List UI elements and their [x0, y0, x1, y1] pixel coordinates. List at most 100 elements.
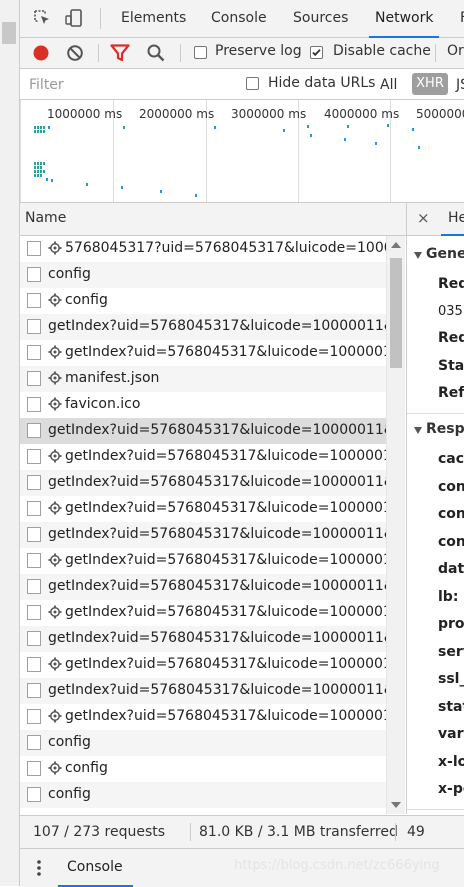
name-column-label: Name	[25, 210, 67, 226]
tab-headers[interactable]: He	[448, 210, 464, 226]
request-row[interactable]: getIndex?uid=5768045317&luicode=10000011…	[20, 470, 386, 496]
timeline-request-mark	[160, 190, 162, 193]
request-row[interactable]: manifest.json	[20, 366, 386, 392]
request-name: getIndex?uid=5768045317&luicode=10000011…	[65, 448, 386, 464]
disable-cache-checkbox[interactable]	[310, 46, 323, 59]
header-key: Refe	[438, 385, 464, 401]
request-row[interactable]: config	[20, 730, 386, 756]
name-column-header[interactable]: Name	[20, 203, 406, 236]
filter-input[interactable]: Filter	[24, 72, 230, 96]
tab-sources[interactable]: Sources	[293, 0, 348, 37]
gear-icon	[48, 397, 62, 411]
timeline-request-mark	[347, 125, 349, 128]
request-list-scrollbar[interactable]	[386, 236, 405, 814]
request-name: getIndex?uid=5768045317&luicode=10000011…	[48, 526, 386, 542]
timeline-tick-line	[20, 100, 21, 202]
drawer-tab-console[interactable]: Console	[67, 859, 123, 875]
tab-separator	[100, 8, 101, 29]
request-row[interactable]: getIndex?uid=5768045317&luicode=10000011…	[20, 704, 386, 730]
scroll-up-arrow-icon[interactable]	[391, 242, 401, 248]
record-icon[interactable]	[32, 44, 50, 62]
close-icon[interactable]: ×	[417, 209, 430, 227]
timeline-request-mark	[43, 162, 45, 165]
request-row[interactable]: config	[20, 782, 386, 808]
timeline-request-mark	[34, 170, 36, 173]
scroll-down-arrow-icon[interactable]	[391, 802, 401, 808]
left-scroll-strip[interactable]	[0, 0, 20, 886]
tab-console[interactable]: Console	[211, 0, 267, 37]
timeline-request-mark	[86, 183, 88, 186]
request-row[interactable]: getIndex?uid=5768045317&luicode=10000011…	[20, 652, 386, 678]
request-row[interactable]: getIndex?uid=5768045317&luicode=10000011…	[20, 314, 386, 340]
request-row[interactable]: config	[20, 756, 386, 782]
document-icon	[27, 553, 41, 568]
active-tab-indicator	[441, 234, 464, 236]
header-key: proc	[438, 616, 464, 632]
preserve-log-label: Preserve log	[215, 43, 302, 59]
request-count: 107 / 273 requests	[33, 824, 166, 840]
more-vert-icon[interactable]	[36, 859, 42, 877]
request-name: getIndex?uid=5768045317&luicode=10000011…	[65, 552, 386, 568]
request-row[interactable]: getIndex?uid=5768045317&luicode=10000011…	[20, 340, 386, 366]
overview-timeline[interactable]: 1000000 ms 2000000 ms 3000000 ms 4000000…	[20, 100, 464, 203]
request-name: getIndex?uid=5768045317&luicode=10000011…	[48, 578, 386, 594]
toolbar-separator	[435, 44, 436, 62]
request-row[interactable]: getIndex?uid=5768045317&luicode=10000011…	[20, 548, 386, 574]
section-divider	[407, 413, 464, 414]
general-section-header[interactable]: Gene	[407, 243, 464, 269]
request-row[interactable]: getIndex?uid=5768045317&luicode=10000011…	[20, 678, 386, 704]
filter-all-button[interactable]: All	[380, 77, 397, 93]
gear-icon	[48, 449, 62, 463]
timeline-request-mark	[40, 126, 42, 129]
preserve-log-checkbox[interactable]	[194, 46, 207, 59]
resources-size: 49	[407, 824, 425, 840]
gear-icon	[48, 371, 62, 385]
request-name: getIndex?uid=5768045317&luicode=10000011…	[48, 630, 386, 646]
toolbar-separator	[98, 44, 99, 62]
devtools-tab-bar: Elements Console Sources Network F	[20, 0, 464, 38]
timeline-request-mark	[307, 125, 309, 128]
scroll-thumb[interactable]	[390, 258, 402, 368]
request-name: getIndex?uid=5768045317&luicode=10000011…	[65, 500, 386, 516]
request-row[interactable]: config	[20, 288, 386, 314]
timeline-request-mark	[214, 126, 216, 129]
clear-icon[interactable]	[66, 44, 84, 62]
timeline-request-mark	[412, 128, 414, 131]
timeline-request-mark	[43, 126, 45, 129]
request-row[interactable]: favicon.ico	[20, 392, 386, 418]
hide-data-urls-label: Hide data URLs	[268, 75, 376, 91]
filter-js-button[interactable]: JS	[456, 77, 464, 93]
inspect-element-icon[interactable]	[32, 8, 52, 28]
request-row[interactable]: getIndex?uid=5768045317&luicode=10000011…	[20, 444, 386, 470]
tab-elements[interactable]: Elements	[121, 0, 186, 37]
filter-icon[interactable]	[110, 44, 130, 62]
timeline-tick-label: 1000000 ms	[47, 107, 123, 121]
hide-data-urls-checkbox[interactable]	[246, 77, 259, 90]
request-row[interactable]: getIndex?uid=5768045317&luicode=10000011…	[20, 574, 386, 600]
request-headers-section-header[interactable]: Reque	[407, 813, 464, 814]
filter-xhr-button[interactable]: XHR	[412, 73, 448, 95]
search-icon[interactable]	[146, 43, 166, 63]
request-details-panel: × He Gene Req 0357 Req Stat Refe Respo c…	[407, 203, 464, 814]
left-scroll-thumb[interactable]	[2, 22, 16, 44]
timeline-request-mark	[283, 129, 285, 132]
request-name: getIndex?uid=5768045317&luicode=10000011…	[65, 604, 386, 620]
gear-icon	[48, 709, 62, 723]
request-row[interactable]: getIndex?uid=5768045317&luicode=10000011…	[20, 418, 386, 444]
timeline-request-mark	[34, 162, 36, 165]
throttling-select[interactable]: Or	[447, 43, 464, 59]
response-headers-section-header[interactable]: Respo	[407, 418, 464, 444]
device-toolbar-icon[interactable]	[64, 8, 84, 28]
request-row[interactable]: getIndex?uid=5768045317&luicode=10000011…	[20, 600, 386, 626]
request-row[interactable]: 5768045317?uid=5768045317&luicode=100000	[20, 236, 386, 262]
request-row[interactable]: config	[20, 262, 386, 288]
tab-network[interactable]: Network	[368, 0, 440, 38]
request-row[interactable]: getIndex?uid=5768045317&luicode=10000011…	[20, 496, 386, 522]
timeline-request-mark	[34, 174, 36, 177]
request-row[interactable]: getIndex?uid=5768045317&luicode=10000011…	[20, 626, 386, 652]
timeline-request-mark	[387, 124, 389, 127]
timeline-tick-label: 4000000 ms	[324, 107, 400, 121]
request-row[interactable]: getIndex?uid=5768045317&luicode=10000011…	[20, 522, 386, 548]
timeline-request-mark	[37, 174, 39, 177]
tab-overflow[interactable]: F	[460, 0, 464, 37]
